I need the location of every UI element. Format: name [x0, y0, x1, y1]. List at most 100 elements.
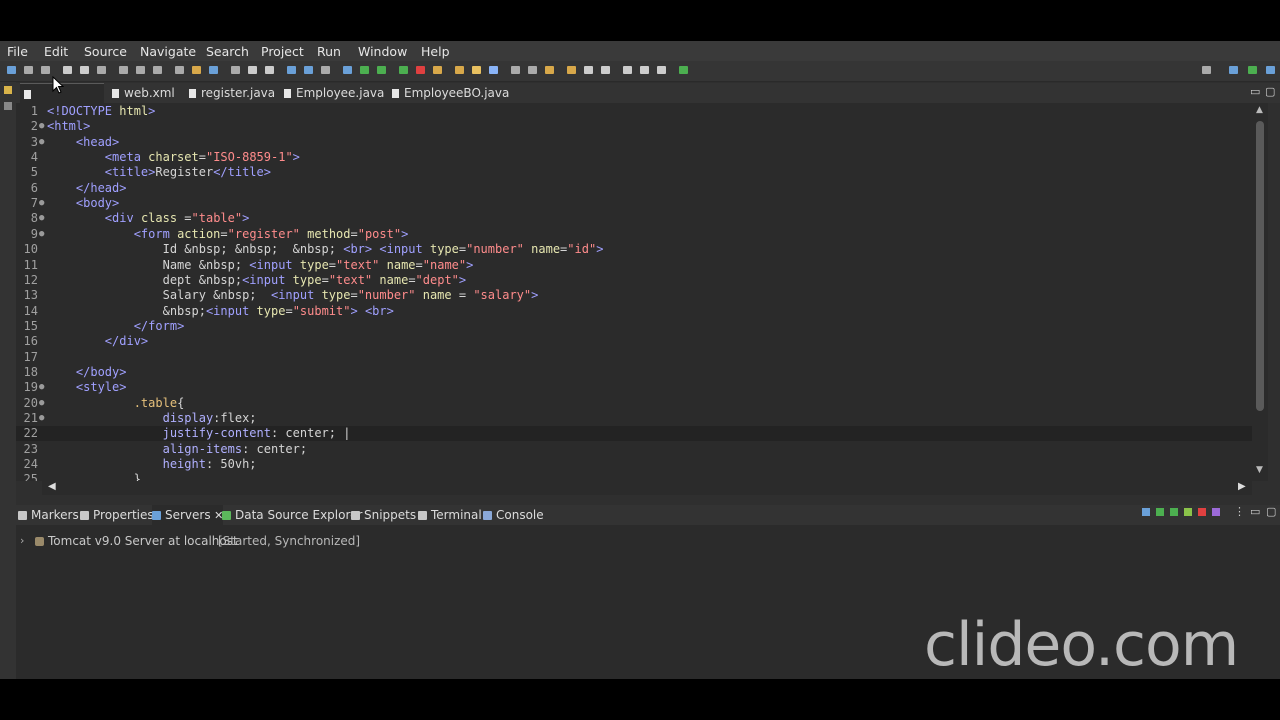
toolbar-button-icon[interactable] [287, 66, 296, 74]
start-server-icon[interactable] [1170, 508, 1178, 516]
expand-arrow-icon[interactable]: › [20, 534, 24, 547]
toolbar-button-icon[interactable] [455, 66, 464, 74]
toolbar-button-icon[interactable] [119, 66, 128, 74]
code-line[interactable]: 11 Name &nbsp; <input type="text" name="… [16, 258, 1252, 273]
publish-server-icon[interactable] [1212, 508, 1220, 516]
menu-search[interactable]: Search [206, 44, 249, 59]
menu-navigate[interactable]: Navigate [140, 44, 196, 59]
toolbar-button-icon[interactable] [433, 66, 442, 74]
menu-run[interactable]: Run [317, 44, 341, 59]
code-line[interactable]: 1 <!DOCTYPE html> [16, 104, 1252, 119]
tab-employeebo-java[interactable]: EmployeeBO.java [388, 83, 509, 103]
code-line[interactable]: 21 ● display:flex; [16, 411, 1252, 426]
editor-horizontal-scrollbar[interactable]: ◀ ▶ [42, 481, 1252, 495]
fold-marker-icon[interactable]: ● [39, 211, 44, 226]
toolbar-button-icon[interactable] [360, 66, 369, 74]
menu-help[interactable]: Help [421, 44, 450, 59]
toolbar-button-icon[interactable] [545, 66, 554, 74]
toolbar-button-icon[interactable] [41, 66, 50, 74]
scroll-up-icon[interactable]: ▲ [1256, 105, 1263, 115]
code-editor[interactable]: 1 <!DOCTYPE html> 2 ● <html> 3 ● <head> 4 <meta… [16, 103, 1252, 481]
toolbar-button-icon[interactable] [584, 66, 593, 74]
toolbar-button-icon[interactable] [97, 66, 106, 74]
maximize-view-button[interactable]: ▢ [1266, 505, 1276, 518]
fold-marker-icon[interactable]: ● [39, 196, 44, 211]
toolbar-button-icon[interactable] [175, 66, 184, 74]
minimize-editor-button[interactable]: ▭ [1250, 85, 1260, 98]
scroll-thumb[interactable] [1256, 121, 1264, 411]
toolbar-button-icon[interactable] [24, 66, 33, 74]
profile-server-icon[interactable] [1184, 508, 1192, 516]
toolbar-button-icon[interactable] [679, 66, 688, 74]
code-line[interactable]: 17 [16, 350, 1252, 365]
perspective-icon[interactable] [1229, 66, 1238, 74]
code-line[interactable]: 13 Salary &nbsp; <input type="number" na… [16, 288, 1252, 303]
scroll-right-icon[interactable]: ▶ [1238, 481, 1246, 492]
editor-vertical-scrollbar[interactable]: ▲ ▼ [1252, 103, 1268, 481]
package-explorer-icon[interactable] [4, 86, 12, 94]
toolbar-button-icon[interactable] [265, 66, 274, 74]
code-line[interactable]: 5 <title>Register</title> [16, 165, 1252, 180]
new-server-icon[interactable] [1142, 508, 1150, 516]
view-tab-snippets[interactable]: Snippets [351, 505, 416, 525]
view-tab-terminal[interactable]: Terminal [418, 505, 482, 525]
toolbar-button-icon[interactable] [601, 66, 610, 74]
code-line[interactable]: 6 </head> [16, 181, 1252, 196]
view-tab-console[interactable]: Console [483, 505, 544, 525]
code-line[interactable]: 24 height: 50vh; [16, 457, 1252, 472]
toolbar-button-icon[interactable] [248, 66, 257, 74]
menu-file[interactable]: File [7, 44, 28, 59]
toolbar-button-icon[interactable] [80, 66, 89, 74]
code-line[interactable]: 7 ● <body> [16, 196, 1252, 211]
toolbar-button-icon[interactable] [136, 66, 145, 74]
toolbar-button-icon[interactable] [343, 66, 352, 74]
code-line[interactable]: 15 </form> [16, 319, 1252, 334]
toolbar-button-icon[interactable] [528, 66, 537, 74]
outline-icon[interactable] [4, 102, 12, 110]
menu-window[interactable]: Window [358, 44, 407, 59]
fold-marker-icon[interactable]: ● [39, 411, 44, 426]
code-line[interactable]: 10 Id &nbsp; &nbsp; &nbsp; <br> <input t… [16, 242, 1252, 257]
code-line[interactable]: 18 </body> [16, 365, 1252, 380]
toolbar-button-icon[interactable] [416, 66, 425, 74]
code-line[interactable]: 2 ● <html> [16, 119, 1252, 134]
toolbar-button-icon[interactable] [657, 66, 666, 74]
toolbar-button-icon[interactable] [153, 66, 162, 74]
toolbar-button-icon[interactable] [377, 66, 386, 74]
perspective-icon[interactable] [1248, 66, 1257, 74]
toolbar-button-icon[interactable] [304, 66, 313, 74]
menu-source[interactable]: Source [84, 44, 127, 59]
debug-server-icon[interactable] [1156, 508, 1164, 516]
tab-employee-java[interactable]: Employee.java [280, 83, 384, 103]
perspective-icon[interactable] [1266, 66, 1275, 74]
code-line[interactable]: 14 &nbsp;<input type="submit"> <br> [16, 304, 1252, 319]
code-line[interactable]: 19 ● <style> [16, 380, 1252, 395]
maximize-editor-button[interactable]: ▢ [1265, 85, 1275, 98]
code-line[interactable]: 20 ● .table{ [16, 396, 1252, 411]
code-line[interactable]: 16 </div> [16, 334, 1252, 349]
server-name[interactable]: Tomcat v9.0 Server at localhost [48, 534, 238, 548]
view-tab-servers[interactable]: Servers ✕ [152, 505, 224, 525]
minimize-view-button[interactable]: ▭ [1250, 505, 1260, 518]
toolbar-button-icon[interactable] [472, 66, 481, 74]
code-line[interactable]: 12 dept &nbsp;<input type="text" name="d… [16, 273, 1252, 288]
toolbar-button-icon[interactable] [640, 66, 649, 74]
view-tab-markers[interactable]: Markers [18, 505, 79, 525]
toolbar-button-icon[interactable] [231, 66, 240, 74]
fold-marker-icon[interactable]: ● [39, 396, 44, 411]
fold-marker-icon[interactable]: ● [39, 135, 44, 150]
toolbar-button-icon[interactable] [63, 66, 72, 74]
view-tab-properties[interactable]: Properties [80, 505, 154, 525]
toolbar-button-icon[interactable] [489, 66, 498, 74]
toolbar-button-icon[interactable] [321, 66, 330, 74]
toolbar-button-icon[interactable] [7, 66, 16, 74]
fold-marker-icon[interactable]: ● [39, 119, 44, 134]
code-line[interactable]: 25 } [16, 472, 1252, 481]
fold-marker-icon[interactable]: ● [39, 227, 44, 242]
menu-project[interactable]: Project [261, 44, 304, 59]
code-line[interactable]: 9 ● <form action="register" method="post"… [16, 227, 1252, 242]
stop-server-icon[interactable] [1198, 508, 1206, 516]
tab-web-xml[interactable]: web.xml [108, 83, 175, 103]
toolbar-button-icon[interactable] [567, 66, 576, 74]
code-line[interactable]: 23 align-items: center; [16, 442, 1252, 457]
